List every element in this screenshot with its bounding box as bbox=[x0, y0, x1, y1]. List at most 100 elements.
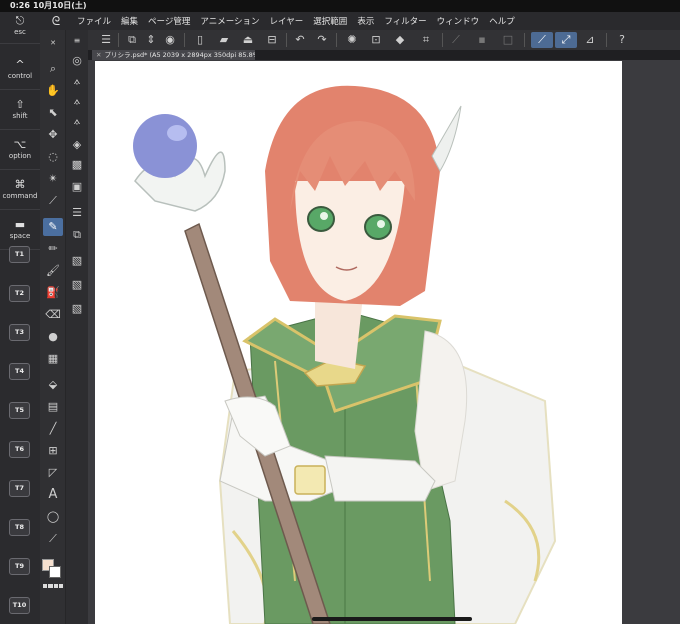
custom-key-t9[interactable]: T9 bbox=[9, 558, 30, 575]
option-icon: ⌥ bbox=[13, 138, 27, 151]
material-2-icon[interactable]: ▧ bbox=[67, 276, 87, 294]
lasso-select-icon[interactable]: ◌ bbox=[43, 148, 63, 166]
menu-edit[interactable]: 編集 bbox=[116, 15, 143, 27]
grid-snap-icon[interactable]: ⊿ bbox=[582, 32, 598, 48]
move-layer-icon[interactable]: ✥ bbox=[43, 126, 63, 144]
transparent-color-bar[interactable] bbox=[43, 584, 63, 588]
command-bar: ☰ ⧉ ⇕ ◉ ▯ ▰ ⏏ ⊟ ↶ ↷ ✺ ⊡ ◆ ⌗ ⟋ ▪ □ ⟋ ⤢ ⊿ … bbox=[88, 30, 680, 50]
transform-icon[interactable]: ⊡ bbox=[368, 32, 384, 48]
record-icon[interactable]: ◉ bbox=[162, 32, 178, 48]
command-key[interactable]: ⌘ command bbox=[0, 170, 40, 210]
new-file-icon[interactable]: ▯ bbox=[192, 32, 208, 48]
fill-icon[interactable]: ◆ bbox=[392, 32, 408, 48]
frame-tool-icon[interactable]: ⊞ bbox=[43, 442, 63, 460]
custom-key-t3[interactable]: T3 bbox=[9, 324, 30, 341]
custom-key-t7[interactable]: T7 bbox=[9, 480, 30, 497]
line-tool-icon[interactable]: ╱ bbox=[43, 420, 63, 438]
custom-key-t10[interactable]: T10 bbox=[9, 597, 30, 614]
custom-key-t5[interactable]: T5 bbox=[9, 402, 30, 419]
fill-tool-icon[interactable]: ⬙ bbox=[43, 376, 63, 394]
canvas-paper[interactable] bbox=[95, 61, 622, 624]
shift-icon: ⇧ bbox=[15, 98, 25, 111]
menu-file[interactable]: ファイル bbox=[72, 15, 116, 27]
control-key[interactable]: ^ control bbox=[0, 50, 40, 90]
sub-color-swatch[interactable] bbox=[49, 566, 61, 578]
eyedropper-icon[interactable]: ⟋ bbox=[43, 192, 63, 210]
special-ruler-snap-icon[interactable]: ⤢ bbox=[555, 32, 577, 48]
menu-selection[interactable]: 選択範囲 bbox=[308, 15, 352, 27]
esc-key[interactable]: ⎋ esc bbox=[0, 12, 40, 44]
app-logo-icon[interactable]: ᘓ bbox=[46, 12, 66, 30]
status-bar: 0:26 10月10日(土) bbox=[0, 0, 680, 12]
correct-line-icon[interactable]: ⟋ bbox=[43, 530, 63, 548]
esc-icon: ⎋ bbox=[15, 14, 25, 27]
menu-window[interactable]: ウィンドウ bbox=[432, 15, 485, 27]
control-icon: ^ bbox=[15, 58, 25, 71]
material-icon[interactable]: ▧ bbox=[67, 252, 87, 270]
menu-help[interactable]: ヘルプ bbox=[484, 15, 520, 27]
operation-tool-icon[interactable]: ⬉ bbox=[43, 104, 63, 122]
export-icon[interactable]: ⊟ bbox=[264, 32, 280, 48]
custom-key-t6[interactable]: T6 bbox=[9, 441, 30, 458]
home-indicator[interactable] bbox=[312, 617, 472, 621]
pen-tool-icon[interactable]: ✎ bbox=[43, 218, 63, 236]
balloon-tool-icon[interactable]: ◯ bbox=[43, 508, 63, 526]
custom-key-t8[interactable]: T8 bbox=[9, 519, 30, 536]
expand-icon[interactable]: ⇕ bbox=[143, 32, 159, 48]
list-icon[interactable]: ≡ bbox=[67, 32, 87, 50]
tone-sub-icon[interactable]: ▩ bbox=[67, 156, 87, 174]
menu-filter[interactable]: フィルター bbox=[379, 15, 431, 27]
space-icon: ▬ bbox=[14, 218, 26, 231]
loading-icon[interactable]: ✺ bbox=[344, 32, 360, 48]
object-select-icon[interactable]: ◎ bbox=[67, 52, 87, 70]
character-illustration bbox=[133, 85, 557, 624]
custom-key-t2[interactable]: T2 bbox=[9, 285, 30, 302]
undo-icon[interactable]: ↶ bbox=[292, 32, 308, 48]
clear-selection-icon[interactable]: ⟋ bbox=[448, 32, 464, 48]
close-panel-icon[interactable]: ✕ bbox=[43, 34, 63, 52]
hamburger-menu-icon[interactable]: ☰ bbox=[98, 32, 114, 48]
layer-sub-icon[interactable]: ◈ bbox=[67, 136, 87, 154]
open-folder-icon[interactable]: ▰ bbox=[216, 32, 232, 48]
menu-layer[interactable]: レイヤー bbox=[265, 15, 309, 27]
pen-shape-icon[interactable]: ⟑ bbox=[67, 72, 87, 90]
gradient-tool-icon[interactable]: ▤ bbox=[43, 398, 63, 416]
custom-key-t4[interactable]: T4 bbox=[9, 363, 30, 380]
menu-page[interactable]: ページ管理 bbox=[143, 15, 195, 27]
ruler-tool-icon[interactable]: ◸ bbox=[43, 464, 63, 482]
pencil-tool-icon[interactable]: ✏ bbox=[43, 240, 63, 258]
hand-tool-icon[interactable]: ✋ bbox=[43, 82, 63, 100]
save-icon[interactable]: ⏏ bbox=[240, 32, 256, 48]
pattern-tool-icon[interactable]: ▦ bbox=[43, 350, 63, 368]
pen-shape-2-icon[interactable]: ⟑ bbox=[67, 92, 87, 110]
brush-tool-icon[interactable]: 🖌 bbox=[43, 262, 63, 280]
document-tab[interactable]: ✕ プリシラ.psd* (A5 2039 x 2894px 350dpi 85.8… bbox=[92, 50, 255, 60]
ruler-snap-icon[interactable]: ⟋ bbox=[531, 32, 553, 48]
status-date: 10月10日(土) bbox=[33, 1, 87, 10]
redo-icon[interactable]: ↷ bbox=[314, 32, 330, 48]
airbrush-tool-icon[interactable]: ⛽ bbox=[43, 284, 63, 302]
document-tab-label: プリシラ.psd* (A5 2039 x 2894px 350dpi 85.8%… bbox=[104, 51, 255, 59]
material-3-icon[interactable]: ▧ bbox=[67, 300, 87, 318]
space-key[interactable]: ▬ space bbox=[0, 210, 40, 250]
layers-icon[interactable]: ☰ bbox=[67, 204, 87, 222]
new-canvas-icon[interactable]: ⧉ bbox=[124, 32, 140, 48]
menu-animation[interactable]: アニメーション bbox=[195, 15, 264, 27]
tab-close-icon[interactable]: ✕ bbox=[96, 51, 101, 59]
option-key[interactable]: ⌥ option bbox=[0, 130, 40, 170]
frame-sub-icon[interactable]: ▣ bbox=[67, 178, 87, 196]
help-icon[interactable]: ? bbox=[614, 32, 630, 48]
invert-selection-icon[interactable]: ▪ bbox=[474, 32, 490, 48]
shift-key[interactable]: ⇧ shift bbox=[0, 90, 40, 130]
eraser-tool-icon[interactable]: ⌫ bbox=[43, 306, 63, 324]
custom-key-t1[interactable]: T1 bbox=[9, 246, 30, 263]
selection-border-icon[interactable]: □ bbox=[500, 32, 516, 48]
crop-icon[interactable]: ⌗ bbox=[418, 32, 434, 48]
pen-shape-3-icon[interactable]: ⟑ bbox=[67, 112, 87, 130]
layer-stack-icon[interactable]: ⧉ bbox=[67, 226, 87, 244]
zoom-tool-icon[interactable]: ⌕ bbox=[43, 60, 63, 78]
magic-wand-icon[interactable]: ✴ bbox=[43, 170, 63, 188]
menu-view[interactable]: 表示 bbox=[352, 15, 379, 27]
text-tool-icon[interactable]: A bbox=[43, 486, 63, 504]
blend-tool-icon[interactable]: ● bbox=[43, 328, 63, 346]
